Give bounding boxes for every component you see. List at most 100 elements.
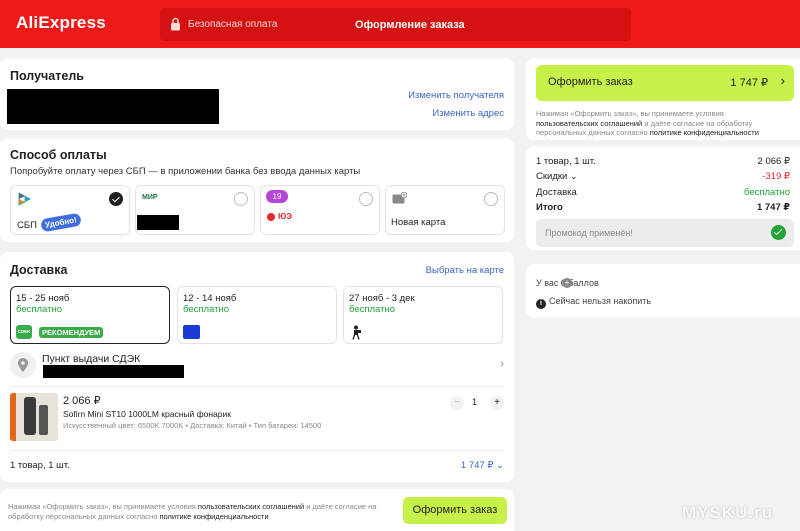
summary-label: Итого — [536, 202, 563, 213]
delivery-price: бесплатно — [16, 304, 63, 315]
secure-payment-label: Безопасная оплата — [188, 19, 278, 30]
payment-option-new-card[interactable]: Новая карта — [385, 185, 505, 235]
page-title: Оформление заказа — [355, 19, 465, 31]
watermark: MYSKU.ru — [682, 503, 774, 522]
qty-minus-button[interactable]: − — [450, 396, 464, 410]
bottom-legal-text: Нажимая «Оформить заказ», вы принимаете … — [8, 502, 390, 521]
cant-accumulate-line: i Сейчас нельзя накопить — [536, 296, 651, 309]
delivery-option-courier[interactable]: 27 нояб - 3 дек бесплатно — [343, 286, 503, 344]
delivery-card: Доставка Выбрать на карте 15 - 25 нояб б… — [0, 252, 514, 482]
card-plus-icon — [392, 192, 407, 204]
payment-option-mir[interactable]: МИР — [135, 185, 255, 235]
order-button-label: Оформить заказ — [548, 76, 633, 88]
qty-plus-button[interactable]: + — [490, 396, 504, 410]
order-button-total: 1 747 ₽ — [730, 77, 768, 89]
flashlight-shape — [24, 397, 36, 435]
points-badge: 19 — [266, 190, 288, 203]
chevron-right-icon: › — [500, 358, 504, 370]
footer-total-link[interactable]: 1 747 ₽ ⌄ — [461, 460, 504, 471]
recipient-title: Получатель — [10, 69, 84, 83]
payment-option-yoomoney-label: ЮЭ — [278, 212, 292, 221]
payment-option-sbp-label: СБП — [17, 220, 37, 231]
delivery-option-russian-post[interactable]: 12 - 14 нояб бесплатно — [177, 286, 337, 344]
delivery-title: Доставка — [10, 263, 68, 277]
payment-option-yoomoney[interactable]: 19 ЮЭ — [260, 185, 380, 235]
summary-line-items: 1 товар, 1 шт. 2 066 ₽ — [536, 156, 790, 167]
flashlight-shape-2 — [39, 405, 48, 435]
pickup-point-label: Пункт выдачи СДЭК — [42, 353, 141, 365]
product-image[interactable] — [10, 393, 58, 441]
pickup-location-icon-wrap — [10, 352, 36, 378]
secure-payment-banner: Безопасная оплата Оформление заказа — [160, 8, 631, 41]
bottom-place-order-button[interactable]: Оформить заказ — [403, 497, 507, 524]
wallet-icon — [267, 213, 275, 221]
summary-value-total: 1 747 ₽ — [756, 202, 790, 213]
sidebar-terms-link[interactable]: пользовательских соглашений — [536, 119, 642, 128]
sidebar-privacy-link[interactable]: политике конфиденциальности — [650, 128, 759, 137]
summary-line-discount[interactable]: Скидки ⌄ -319 ₽ — [536, 171, 790, 182]
summary-line-delivery: Доставка бесплатно — [536, 187, 790, 198]
payment-radio-new-card[interactable] — [484, 192, 498, 206]
summary-value: 2 066 ₽ — [757, 156, 790, 167]
delivery-dates: 15 - 25 нояб — [16, 293, 70, 304]
change-recipient-link[interactable]: Изменить получателя — [408, 90, 504, 101]
bottom-legal-pre: Нажимая «Оформить заказ», вы принимаете … — [8, 502, 198, 511]
product-meta: Искусственный цвет: 6500K 7000K • Достав… — [63, 421, 322, 430]
sidebar-legal-pre: Нажимая «Оформить заказ», вы принимаете … — [536, 109, 724, 118]
info-icon[interactable]: i — [536, 299, 546, 309]
promo-code-field[interactable]: Промокод применён! — [536, 219, 794, 247]
chevron-down-icon: ⌄ — [569, 171, 578, 181]
sidebar-legal-text: Нажимая «Оформить заказ», вы принимаете … — [536, 109, 786, 138]
footer-count: 1 товар, 1 шт. — [10, 460, 70, 471]
summary-line-total: Итого 1 747 ₽ — [536, 202, 790, 213]
payment-radio-yoomoney[interactable] — [359, 192, 373, 206]
check-circle-icon — [771, 225, 786, 240]
order-summary-card: 1 товар, 1 шт. 2 066 ₽ Скидки ⌄ -319 ₽ Д… — [526, 146, 800, 250]
chevron-right-icon: › — [780, 73, 785, 88]
points-card: У вас 0 баллов + iСейчас нельзя накопить — [526, 264, 800, 318]
russian-post-logo — [183, 325, 200, 339]
summary-value-discount: -319 ₽ — [762, 171, 790, 182]
delivery-dates: 12 - 14 нояб — [183, 293, 237, 304]
bottom-bar: Нажимая «Оформить заказ», вы принимаете … — [0, 489, 514, 531]
summary-label: Доставка — [536, 187, 577, 198]
pickup-point-row[interactable]: Пункт выдачи СДЭК › — [10, 352, 504, 380]
cdek-logo: CDEK — [16, 325, 32, 339]
product-name[interactable]: Sofirn Mini ST10 1000LM красный фонарик — [63, 409, 231, 419]
qty-value[interactable]: 1 — [472, 397, 477, 407]
payment-radio-sbp[interactable] — [109, 192, 123, 206]
summary-label: 1 товар, 1 шт. — [536, 156, 596, 167]
points-line: У вас 0 баллов + — [536, 278, 599, 288]
delivery-price: бесплатно — [349, 304, 396, 315]
aliexpress-logo[interactable]: AliExpress — [16, 13, 106, 33]
cant-accumulate-text: Сейчас нельзя накопить — [549, 296, 652, 306]
delivery-option-cdek[interactable]: 15 - 25 нояб бесплатно CDEK РЕКОМЕНДУЕМ — [10, 286, 170, 344]
delivery-dates: 27 нояб - 3 дек — [349, 293, 415, 304]
sidebar-place-order-button[interactable]: Оформить заказ 1 747 ₽ › — [536, 65, 794, 101]
courier-icon — [352, 325, 361, 340]
summary-value-delivery: бесплатно — [743, 187, 790, 198]
choose-on-map-link[interactable]: Выбрать на карте — [426, 265, 504, 276]
payment-radio-mir[interactable] — [234, 192, 248, 206]
chevron-down-icon: ⌄ — [496, 460, 504, 471]
location-pin-icon — [18, 358, 28, 372]
promo-code-status: Промокод применён! — [545, 228, 633, 238]
recommended-badge: РЕКОМЕНДУЕМ — [39, 327, 104, 338]
bottom-terms-link[interactable]: пользовательских соглашений — [198, 502, 304, 511]
product-image-accent — [10, 393, 16, 441]
payment-badge: Удобно! — [40, 212, 82, 233]
summary-label: Скидки — [536, 171, 568, 182]
payment-option-sbp[interactable]: СБП Удобно! — [10, 185, 130, 235]
recipient-card: Получатель Изменить получателя Изменить … — [0, 58, 514, 130]
payment-subtitle: Попробуйте оплату через СБП — в приложен… — [10, 166, 361, 177]
product-divider — [10, 386, 504, 387]
coin-icon: + — [562, 278, 572, 288]
delivery-price: бесплатно — [183, 304, 230, 315]
mir-logo: МИР — [142, 194, 158, 201]
bottom-privacy-link[interactable]: политике конфиденциальности — [159, 512, 268, 521]
change-address-link[interactable]: Изменить адрес — [432, 108, 504, 119]
footer-total: 1 747 ₽ — [460, 460, 494, 471]
payment-option-new-card-label: Новая карта — [391, 217, 446, 228]
product-row: 2 066 ₽ Sofirn Mini ST10 1000LM красный … — [10, 393, 504, 443]
payment-card: Способ оплаты Попробуйте оплату через СБ… — [0, 138, 514, 242]
